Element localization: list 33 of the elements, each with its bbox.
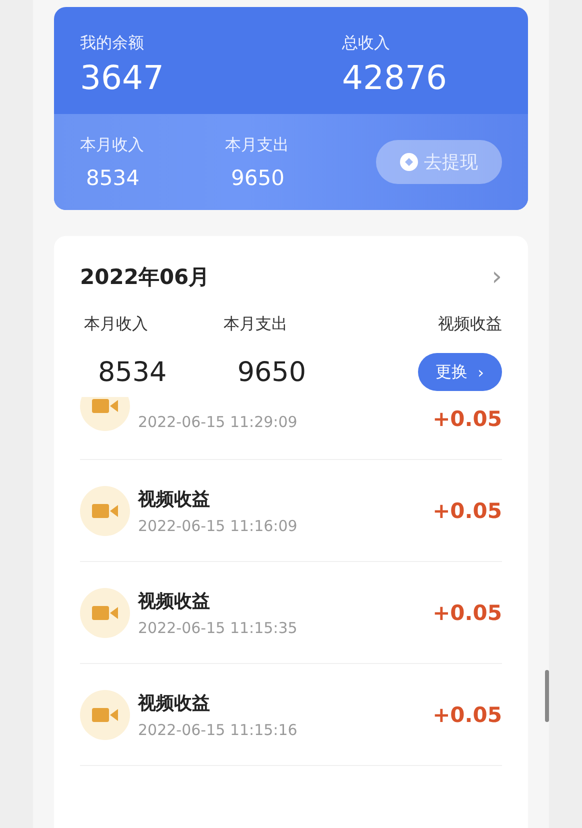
stat-value: 8534 — [97, 356, 167, 388]
transaction-time: 2022-06-15 11:16:09 — [138, 516, 298, 534]
transaction-title: 视频收益 — [138, 488, 211, 510]
transaction-time: 2022-06-15 11:15:16 — [138, 720, 298, 738]
change-button[interactable]: 更换 › — [418, 353, 502, 391]
stat-label: 本月收入 — [84, 314, 148, 335]
transaction-amount: +0.05 — [432, 407, 502, 431]
scrollbar[interactable] — [545, 670, 549, 722]
withdraw-button[interactable]: 去提现 — [376, 140, 502, 184]
transaction-amount: +0.05 — [432, 498, 502, 522]
balance-value: 3647 — [80, 58, 165, 97]
filter-label: 视频收益 — [438, 314, 502, 335]
video-camera-icon — [80, 486, 130, 536]
chevron-icon[interactable]: › — [492, 262, 502, 292]
total-income-value: 42876 — [342, 58, 447, 97]
stat-label: 本月支出 — [225, 134, 290, 156]
stat-value: 9650 — [230, 166, 286, 190]
stat-label: 本月支出 — [223, 314, 288, 335]
transaction-time: 2022-06-15 11:15:35 — [138, 618, 298, 636]
balance-label: 我的余额 — [80, 33, 145, 54]
video-camera-icon — [80, 690, 130, 740]
transaction-title: 视频收益 — [138, 692, 211, 714]
stat-value: 9650 — [236, 356, 306, 388]
month-title: 2022年06月 — [80, 264, 210, 291]
coin-icon — [400, 153, 418, 171]
transaction-title: 视频收益 — [138, 590, 211, 612]
stat-label: 本月收入 — [80, 134, 145, 156]
transaction-time: 2022-06-15 11:29:09 — [138, 413, 298, 431]
stat-value: 8534 — [85, 166, 140, 190]
transaction-amount: +0.05 — [432, 600, 502, 624]
transaction-amount: +0.05 — [432, 702, 502, 726]
total-income-label: 总收入 — [342, 33, 391, 54]
video-camera-icon — [80, 588, 130, 638]
